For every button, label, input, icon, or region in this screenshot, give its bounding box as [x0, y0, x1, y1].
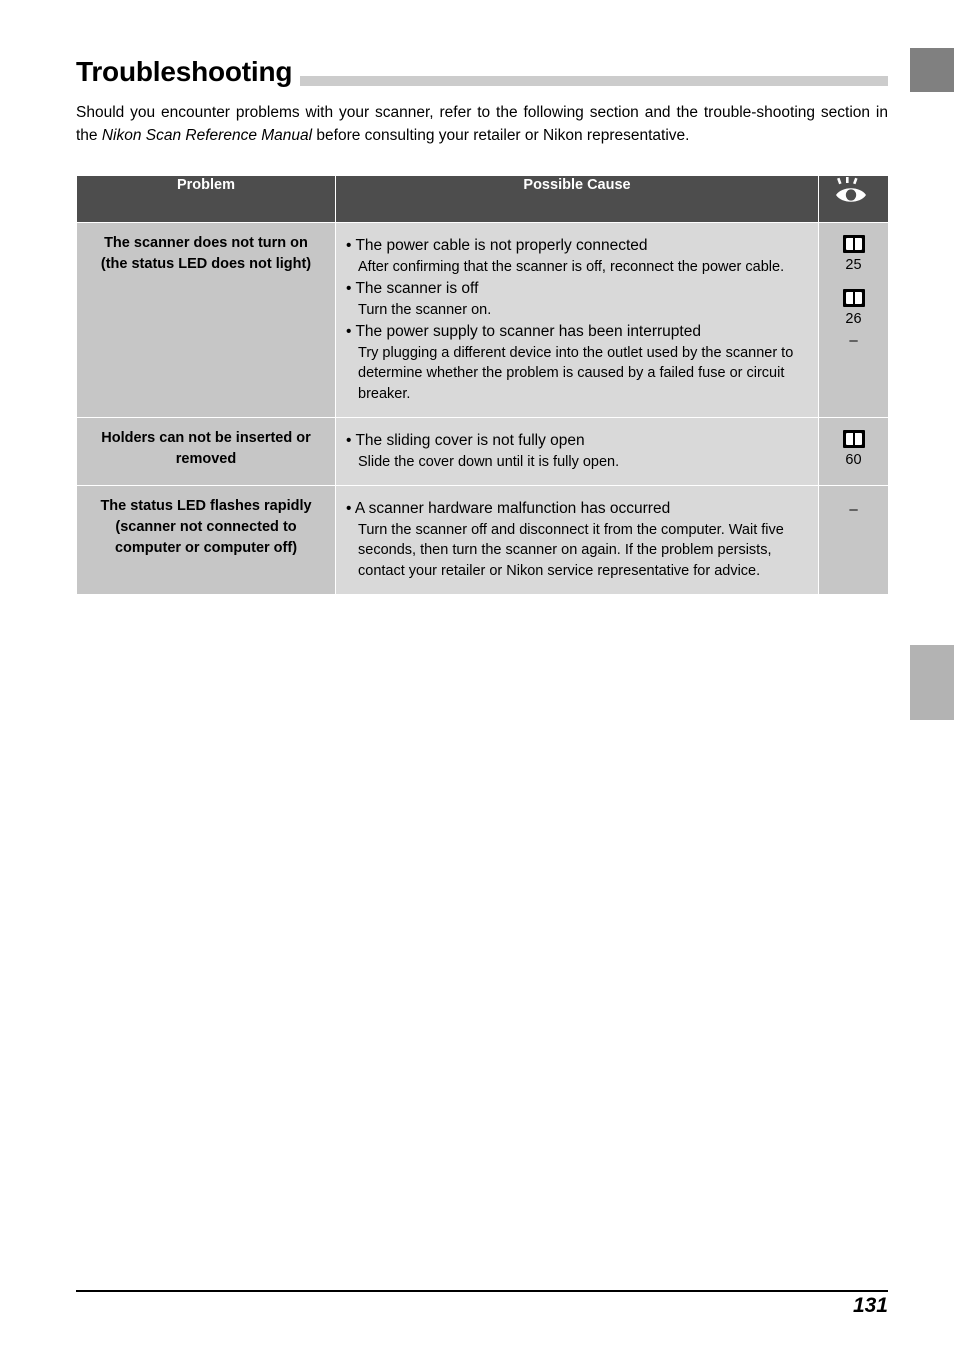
- cell-reference-2: 60: [818, 417, 889, 486]
- cause-detail: Try plugging a different device into the…: [358, 344, 794, 402]
- book-icon: [842, 430, 865, 448]
- page-title-area: Troubleshooting: [76, 55, 888, 93]
- cell-cause-3: • A scanner hardware malfunction has occ…: [335, 485, 819, 595]
- cause-bullet: • The power cable is not properly connec…: [346, 237, 648, 254]
- page-number: 131: [852, 1294, 888, 1317]
- cell-problem-3: The status LED flashes rapidly (scanner …: [76, 485, 336, 595]
- book-icon: [842, 235, 865, 253]
- cause-item: • The scanner is off Turn the scanner on…: [346, 278, 804, 320]
- document-page: Troubleshooting Should you encounter pro…: [0, 0, 954, 1352]
- cause-bullet: • The scanner is off: [346, 280, 479, 297]
- cell-cause-2: • The sliding cover is not fully open Sl…: [335, 417, 819, 486]
- cause-item: • A scanner hardware malfunction has occ…: [346, 498, 804, 581]
- cause-bullet: • The power supply to scanner has been i…: [346, 323, 701, 340]
- cell-problem-2: Holders can not be inserted or removed: [76, 417, 336, 486]
- page-content: Troubleshooting Should you encounter pro…: [76, 55, 889, 595]
- cause-detail: Turn the scanner off and disconnect it f…: [358, 521, 784, 579]
- cause-detail: After confirming that the scanner is off…: [358, 258, 785, 275]
- reference-list: 60: [820, 430, 887, 470]
- cause-item: • The sliding cover is not fully open Sl…: [346, 430, 804, 472]
- intro-italic-manual: Nikon Scan Reference Manual: [101, 127, 313, 144]
- cell-problem-1: The scanner does not turn on (the status…: [76, 222, 336, 418]
- column-header-reference: [818, 175, 889, 223]
- table-row: The status LED flashes rapidly (scanner …: [76, 485, 889, 595]
- cause-bullet: • A scanner hardware malfunction has occ…: [346, 500, 671, 517]
- reference-page: 25: [845, 257, 862, 273]
- table-header-row: Problem Possible Cause: [76, 175, 889, 223]
- table-row: Holders can not be inserted or removed •…: [76, 417, 889, 486]
- cause-item: • The power cable is not properly connec…: [346, 235, 804, 277]
- cause-bullet: • The sliding cover is not fully open: [346, 432, 585, 449]
- book-icon: [842, 289, 865, 307]
- reference-list: –: [820, 498, 887, 520]
- cell-reference-3: –: [818, 485, 889, 595]
- cause-detail: Turn the scanner on.: [358, 301, 492, 318]
- table-row: The scanner does not turn on (the status…: [76, 222, 889, 418]
- reference-page: –: [849, 501, 858, 518]
- intro-text-2: before consulting your retailer or Nikon…: [312, 127, 690, 144]
- cell-cause-1: • The power cable is not properly connec…: [335, 222, 819, 418]
- eye-icon: [834, 177, 874, 205]
- reference-page: –: [849, 332, 858, 349]
- cause-detail: Slide the cover down until it is fully o…: [358, 453, 620, 470]
- reference-page: 60: [845, 452, 862, 468]
- page-side-tab: [910, 645, 954, 720]
- column-header-cause: Possible Cause: [335, 175, 819, 223]
- cause-item: • The power supply to scanner has been i…: [346, 321, 804, 404]
- page-corner-tab: [910, 48, 954, 92]
- troubleshooting-table: Problem Possible Cause The scanner does …: [76, 175, 889, 595]
- footer-rule: [76, 1290, 888, 1292]
- intro-paragraph: Should you encounter problems with your …: [76, 101, 888, 147]
- cell-reference-1: 25 26 –: [818, 222, 889, 418]
- column-header-problem: Problem: [76, 175, 336, 223]
- page-title: Troubleshooting: [76, 55, 301, 93]
- reference-page: 26: [845, 311, 862, 327]
- reference-list: 25 26 –: [820, 235, 887, 351]
